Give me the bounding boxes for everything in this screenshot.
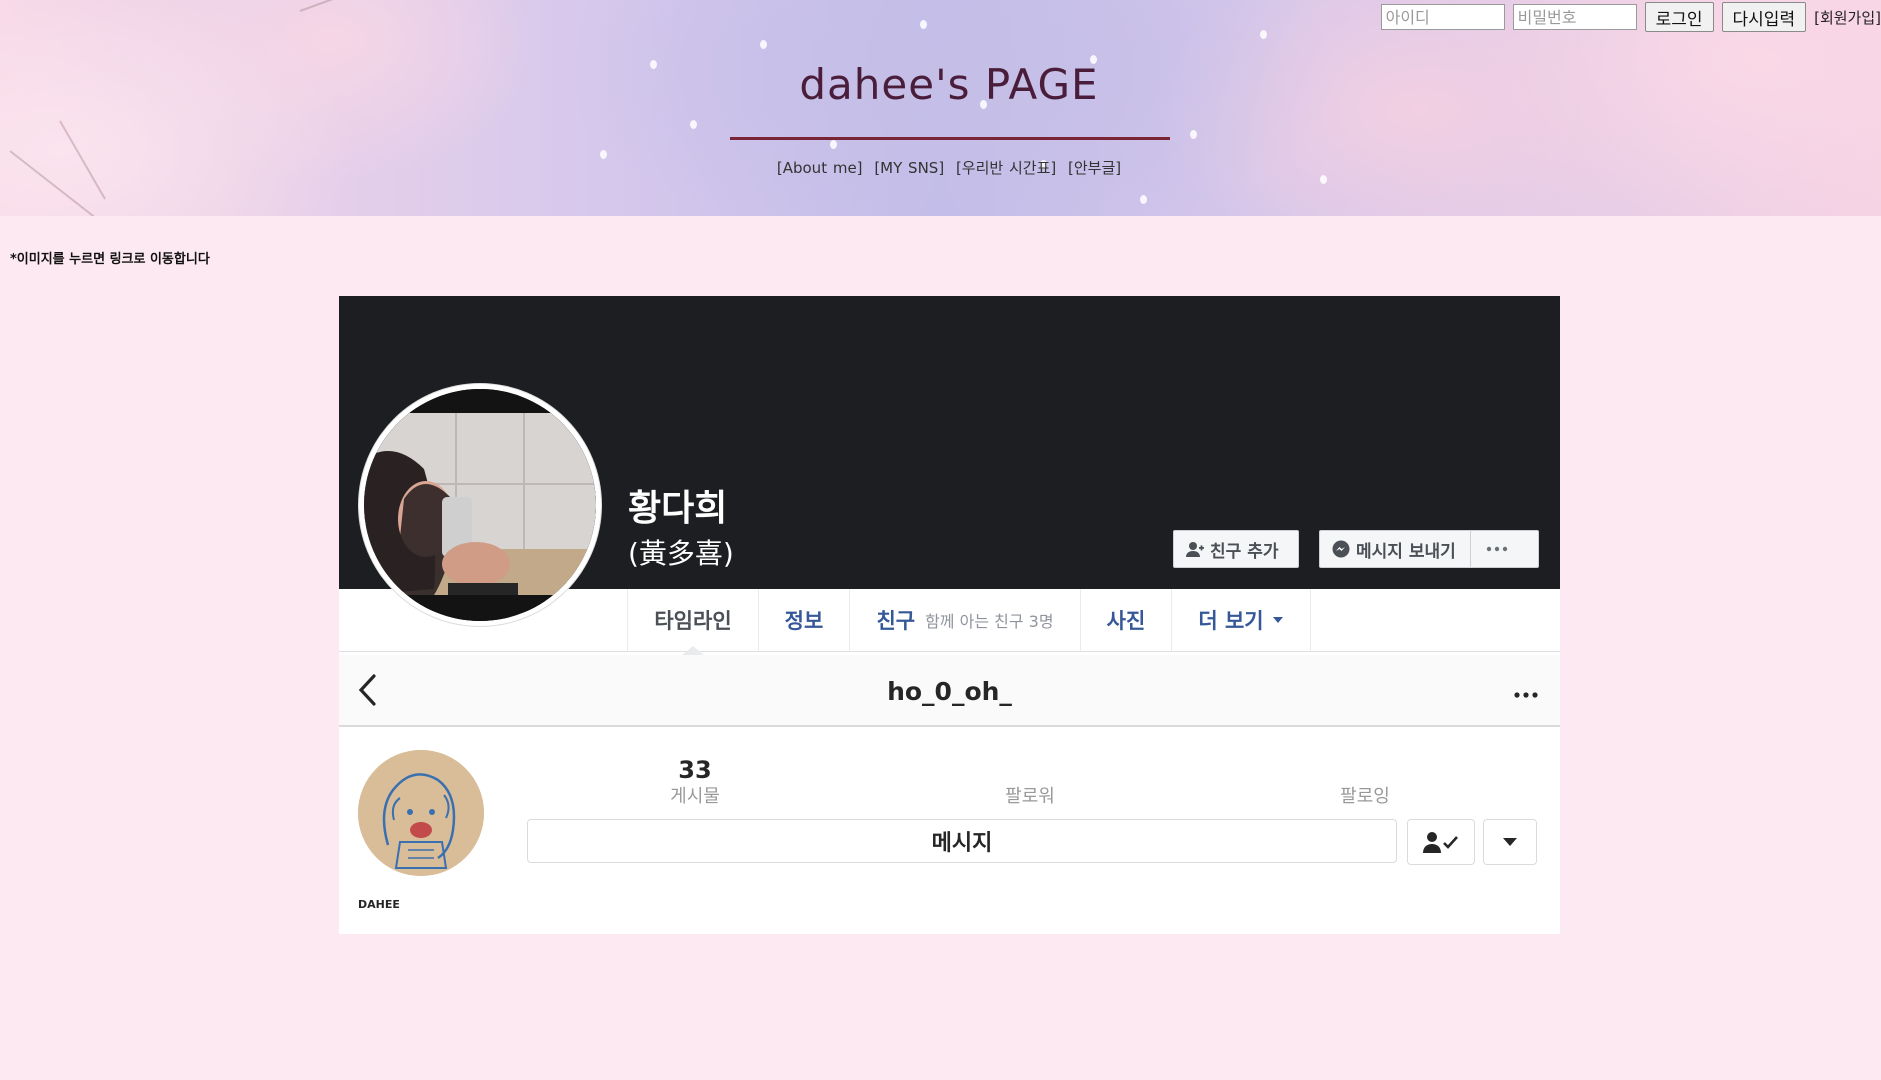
instagram-profile-label: DAHEE: [358, 898, 400, 911]
stat-followers[interactable]: 팔로워: [930, 756, 1130, 808]
tab-photos[interactable]: 사진: [1080, 589, 1171, 651]
password-input[interactable]: [1512, 4, 1637, 30]
instagram-username: ho_0_oh_: [887, 677, 1012, 706]
nav-my-sns[interactable]: [MY SNS]: [874, 159, 944, 177]
tab-more-label: 더 보기: [1198, 609, 1264, 633]
nav-guestbook[interactable]: [안부글]: [1068, 159, 1121, 177]
user-check-icon: [1423, 831, 1459, 853]
add-friend-icon: [1186, 541, 1204, 557]
tab-more[interactable]: 더 보기: [1171, 589, 1311, 651]
petal-decoration: [830, 140, 837, 149]
header-banner: 로그인 다시입력 [회원가입] dahee's PAGE [About me] …: [0, 0, 1881, 216]
petal-decoration: [690, 120, 697, 129]
stat-following-value: [1265, 756, 1465, 782]
tab-info[interactable]: 정보: [758, 589, 849, 651]
instagram-profile-image[interactable]: [358, 750, 484, 876]
add-friend-button[interactable]: 친구 추가: [1173, 530, 1299, 568]
login-button[interactable]: 로그인: [1644, 2, 1714, 32]
messenger-icon: [1332, 540, 1350, 558]
facebook-profile-photo[interactable]: [359, 384, 601, 626]
profile-selfie-image: [364, 389, 596, 621]
petal-decoration: [1260, 30, 1267, 39]
suggestions-dropdown-button[interactable]: [1483, 819, 1537, 865]
facebook-name: 황다희: [628, 488, 728, 529]
stat-posts[interactable]: 33 게시물: [595, 756, 795, 808]
instagram-header: ho_0_oh_: [339, 655, 1560, 727]
tab-timeline[interactable]: 타임라인: [627, 589, 758, 651]
stat-following-label: 팔로잉: [1340, 786, 1390, 807]
stat-following[interactable]: 팔로잉: [1265, 756, 1465, 808]
caret-down-icon: [1502, 837, 1518, 847]
tab-timeline-label: 타임라인: [654, 609, 732, 633]
signup-link[interactable]: [회원가입]: [1814, 7, 1881, 28]
more-options-icon[interactable]: [1514, 683, 1538, 702]
nav-about-me[interactable]: [About me]: [777, 159, 863, 177]
more-options-icon[interactable]: [1469, 531, 1523, 567]
stat-posts-value: 33: [678, 756, 712, 784]
facebook-name-hanja: (黃多喜): [628, 537, 734, 570]
instagram-message-button[interactable]: 메시지: [527, 819, 1397, 863]
tab-info-label: 정보: [784, 609, 824, 633]
mutual-friends-count: 함께 아는 친구 3명: [925, 612, 1054, 631]
petal-decoration: [760, 40, 767, 49]
sns-profile-card[interactable]: 황다희 (黃多喜) 친구 추가 메시지 보내기 타임라인 정보 친구 함께 아는…: [339, 296, 1560, 934]
stat-followers-label: 팔로워: [1005, 786, 1055, 807]
title-underline: [730, 137, 1170, 140]
petal-decoration: [1190, 130, 1197, 139]
chevron-down-icon: [1272, 616, 1284, 624]
petal-decoration: [1140, 195, 1147, 204]
link-hint: *이미지를 누르면 링크로 이동합니다: [10, 252, 210, 267]
following-button[interactable]: [1407, 819, 1475, 865]
nav-timetable[interactable]: [우리반 시간표]: [956, 159, 1056, 177]
send-message-button[interactable]: 메시지 보내기: [1319, 530, 1539, 568]
site-title: dahee's PAGE: [799, 60, 1099, 109]
reset-button[interactable]: 다시입력: [1721, 2, 1807, 32]
stat-posts-label: 게시물: [670, 786, 720, 807]
id-input[interactable]: [1380, 4, 1505, 30]
login-bar: 로그인 다시입력 [회원가입]: [1380, 2, 1881, 32]
add-friend-label: 친구 추가: [1210, 541, 1279, 562]
tab-friends-label: 친구: [876, 609, 916, 633]
stat-followers-value: [930, 756, 1130, 782]
tab-friends[interactable]: 친구 함께 아는 친구 3명: [849, 589, 1080, 651]
branch-decoration: [299, 0, 451, 12]
send-message-label: 메시지 보내기: [1356, 541, 1456, 562]
tab-photos-label: 사진: [1106, 609, 1146, 633]
petal-decoration: [920, 20, 927, 29]
main-nav: [About me] [MY SNS] [우리반 시간표] [안부글]: [0, 157, 1881, 178]
